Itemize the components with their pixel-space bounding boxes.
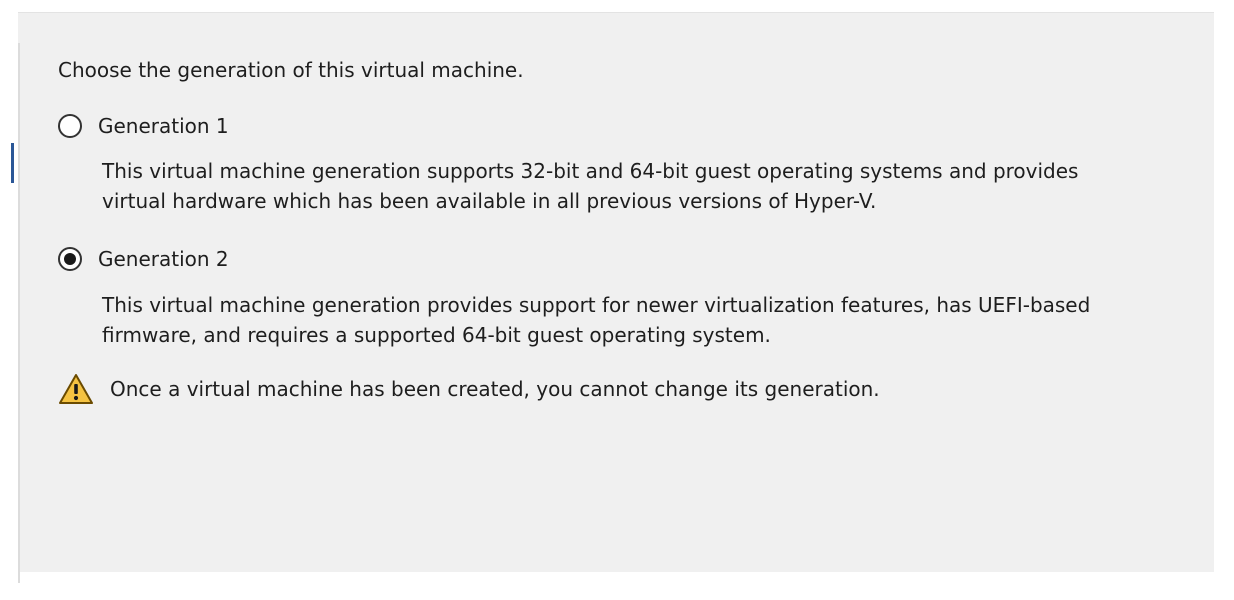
navigation-selection-indicator: [11, 143, 14, 183]
page-instruction: Choose the generation of this virtual ma…: [58, 58, 524, 82]
generation-1-radio[interactable]: [58, 114, 82, 138]
radio-selected-dot: [64, 253, 76, 265]
warning-message: Once a virtual machine has been created,…: [58, 374, 880, 404]
navigation-divider: [18, 43, 20, 583]
generation-2-description: This virtual machine generation provides…: [102, 290, 1090, 350]
generation-2-description-line-2: firmware, and requires a supported 64-bi…: [102, 323, 771, 347]
generation-2-radio[interactable]: [58, 247, 82, 271]
warning-text: Once a virtual machine has been created,…: [110, 377, 880, 401]
generation-1-description-line-2: virtual hardware which has been availabl…: [102, 189, 877, 213]
generation-2-option[interactable]: Generation 2: [58, 244, 229, 274]
generation-2-label[interactable]: Generation 2: [98, 244, 229, 274]
generation-2-description-line-1: This virtual machine generation provides…: [102, 293, 1091, 317]
generation-1-description: This virtual machine generation supports…: [102, 156, 1078, 216]
generation-1-description-line-1: This virtual machine generation supports…: [102, 159, 1079, 183]
warning-icon: [58, 373, 94, 405]
generation-1-label[interactable]: Generation 1: [98, 111, 229, 141]
wizard-page: Choose the generation of this virtual ma…: [11, 12, 1214, 583]
generation-1-option[interactable]: Generation 1: [58, 111, 229, 141]
